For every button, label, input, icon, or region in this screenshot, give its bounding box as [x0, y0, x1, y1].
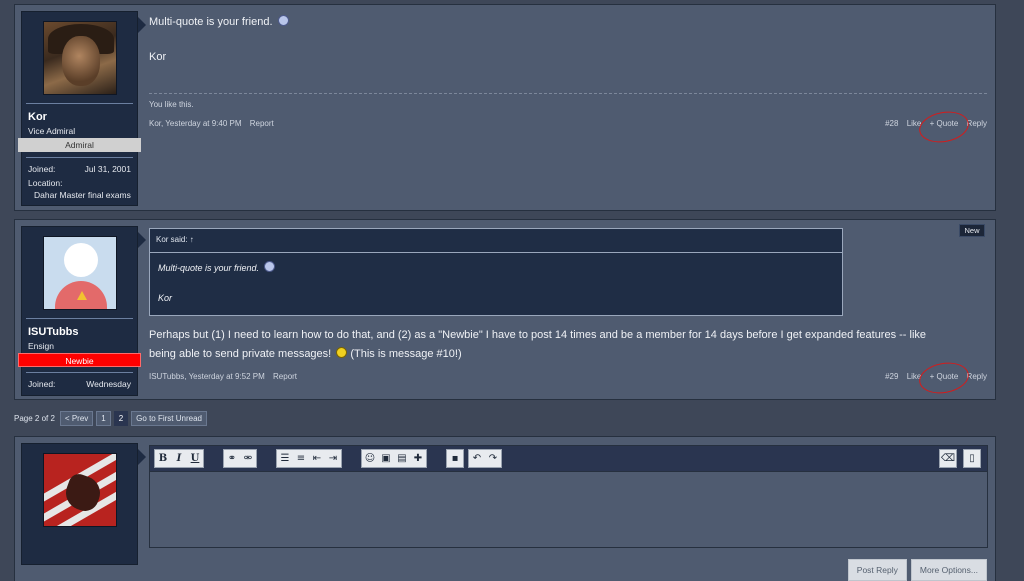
bold-button[interactable]: B [155, 450, 171, 467]
editor-toolbar: B I U ⚭ ⚮ ☰ ≡ ⇤ ⇥ ☺ ▣ ▤ ✚ ▪ ↶ ↷ ⌫ ▯ [150, 446, 987, 472]
post-meta: Kor, Yesterday at 9:40 PM Report [149, 119, 280, 128]
reply-editor: B I U ⚭ ⚮ ☰ ≡ ⇤ ⇥ ☺ ▣ ▤ ✚ ▪ ↶ ↷ ⌫ ▯ [149, 445, 988, 548]
rank-badge: Admiral [18, 138, 141, 152]
bullet-list-icon[interactable]: ☰ [277, 450, 293, 467]
save-draft-icon[interactable]: ▪ [447, 450, 463, 467]
quote-block: Kor said: ↑ Multi-quote is your friend. … [149, 228, 843, 316]
report-link[interactable]: Report [273, 372, 297, 381]
prev-page-button[interactable]: < Prev [59, 411, 94, 426]
pagination: Page 2 of 2 < Prev 1 2 Go to First Unrea… [14, 410, 207, 427]
format-group: B I U [154, 449, 204, 468]
avatar[interactable] [43, 21, 117, 95]
more-options-button[interactable]: More Options... [910, 559, 987, 581]
location-label: Location: [28, 178, 63, 188]
avatar-face [62, 36, 100, 86]
message-body: Multi-quote is your friend. Kor [149, 13, 987, 67]
joined-label: Joined: [28, 379, 56, 389]
user-title: Ensign [28, 341, 54, 351]
unlink-icon[interactable]: ⚮ [240, 450, 256, 467]
user-info-panel: ISUTubbs Ensign Newbie Joined: Wednesday [18, 226, 141, 396]
report-link[interactable]: Report [250, 119, 274, 128]
post-28: Kor Vice Admiral Admiral Joined: Jul 31,… [14, 4, 996, 211]
save-group: ▪ [446, 449, 464, 468]
user-title: Vice Admiral [28, 126, 76, 136]
avatar-badge [77, 291, 87, 300]
media-icon[interactable]: ▤ [394, 450, 410, 467]
reply-link[interactable]: Reply [967, 119, 987, 128]
quote-signature: Kor [158, 293, 173, 303]
link-group: ⚭ ⚮ [223, 449, 257, 468]
userbox-arrow [138, 449, 146, 465]
dashed-separator [149, 93, 987, 94]
userbox-arrow [138, 232, 146, 248]
list-group: ☰ ≡ ⇤ ⇥ [276, 449, 342, 468]
quote-text: Multi-quote is your friend. [158, 263, 260, 273]
message-text-3: (This is message #10!) [350, 348, 462, 360]
red-circle-annotation [916, 358, 972, 398]
page-2-button[interactable]: 2 [113, 411, 129, 426]
post-number-link[interactable]: #28 [885, 119, 898, 128]
history-group: ↶ ↷ [468, 449, 502, 468]
joined-value: Jul 31, 2001 [84, 164, 131, 174]
post-number-link[interactable]: #29 [885, 372, 898, 381]
smiley-icon [263, 261, 275, 272]
joined-label: Joined: [28, 164, 56, 174]
undo-icon[interactable]: ↶ [469, 450, 485, 467]
avatar [43, 453, 117, 527]
divider [26, 157, 133, 158]
divider [26, 103, 133, 104]
insert-group: ☺ ▣ ▤ ✚ [361, 449, 427, 468]
post-meta: ISUTubbs, Yesterday at 9:52 PM Report [149, 372, 303, 381]
joined-value: Wednesday [86, 379, 131, 389]
eraser-icon[interactable]: ⌫ [940, 450, 956, 467]
source-mode-icon[interactable]: ▯ [964, 450, 980, 467]
message-text: Multi-quote is your friend. [149, 16, 273, 28]
message-text-2: being able to send private messages! [149, 348, 332, 360]
page-indicator: Page 2 of 2 [14, 414, 55, 423]
quick-reply: B I U ⚭ ⚮ ☰ ≡ ⇤ ⇥ ☺ ▣ ▤ ✚ ▪ ↶ ↷ ⌫ ▯ Post… [14, 436, 996, 581]
user-info-panel [21, 443, 138, 565]
italic-button[interactable]: I [171, 450, 187, 467]
smiley-icon [277, 15, 289, 26]
rank-badge: Newbie [18, 353, 141, 367]
author-time-link[interactable]: Kor, Yesterday at 9:40 PM [149, 119, 242, 128]
outdent-icon[interactable]: ⇤ [309, 450, 325, 467]
location-value[interactable]: Dahar Master final exams [34, 190, 131, 200]
reply-link[interactable]: Reply [967, 372, 987, 381]
post-29: ISUTubbs Ensign Newbie Joined: Wednesday… [14, 219, 996, 400]
message-body: Perhaps but (1) I need to learn how to d… [149, 326, 987, 364]
insert-more-icon[interactable]: ✚ [410, 450, 426, 467]
smiley-icon [336, 347, 348, 358]
message-text: Perhaps but (1) I need to learn how to d… [149, 329, 927, 341]
userbox-arrow [138, 17, 146, 33]
red-circle-annotation [916, 107, 972, 147]
likes-summary: You like this. [149, 100, 194, 109]
link-icon[interactable]: ⚭ [224, 450, 240, 467]
indent-icon[interactable]: ⇥ [325, 450, 341, 467]
underline-button[interactable]: U [187, 450, 203, 467]
username[interactable]: ISUTubbs [28, 326, 79, 338]
quote-attribution[interactable]: Kor said: ↑ [150, 229, 842, 253]
divider [26, 318, 133, 319]
post-reply-button[interactable]: Post Reply [847, 559, 907, 581]
first-unread-button[interactable]: Go to First Unread [131, 411, 207, 426]
page-1-button[interactable]: 1 [96, 411, 111, 426]
new-badge: New [959, 224, 985, 237]
image-icon[interactable]: ▣ [378, 450, 394, 467]
smilie-icon[interactable]: ☺ [362, 450, 378, 467]
divider [26, 372, 133, 373]
reply-textarea[interactable] [150, 473, 987, 547]
author-time-link[interactable]: ISUTubbs, Yesterday at 9:52 PM [149, 372, 265, 381]
quote-content: Multi-quote is your friend. Kor [150, 253, 842, 313]
avatar-head [64, 243, 98, 277]
username[interactable]: Kor [28, 111, 47, 123]
remove-format-group: ⌫ [939, 449, 957, 468]
redo-icon[interactable]: ↷ [485, 450, 501, 467]
user-info-panel: Kor Vice Admiral Admiral Joined: Jul 31,… [18, 11, 141, 206]
message-signature: Kor [149, 51, 167, 63]
editor-buttons: Post Reply More Options... [847, 559, 987, 581]
avatar[interactable] [43, 236, 117, 310]
source-group: ▯ [963, 449, 981, 468]
numbered-list-icon[interactable]: ≡ [293, 450, 309, 467]
